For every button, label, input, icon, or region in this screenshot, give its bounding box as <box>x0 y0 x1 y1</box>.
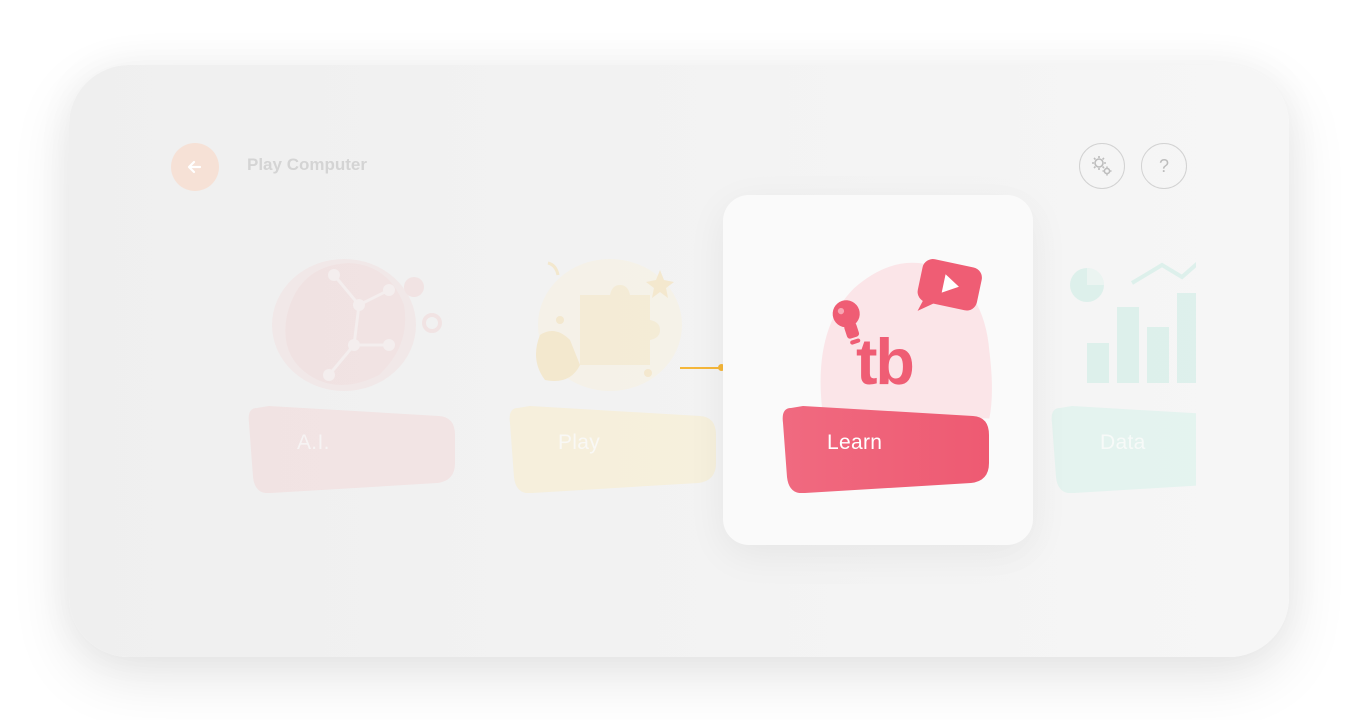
svg-text:tb: tb <box>856 326 913 398</box>
card-play[interactable]: Play <box>500 235 740 525</box>
card-ai[interactable]: A.I. <box>239 235 479 525</box>
card-carousel: A.I. Play Data tb Learn <box>69 65 1196 657</box>
brain-network-icon <box>272 259 442 391</box>
tb-learn-icon: tb <box>820 259 992 419</box>
connector-line <box>680 367 722 369</box>
learn-label: Learn <box>827 431 883 454</box>
ai-label: A.I. <box>297 431 330 454</box>
learn-label-pill <box>782 406 989 493</box>
puzzle-icon <box>536 259 682 391</box>
app-window: Play Computer ? A.I. Play Data tb Learn <box>69 65 1289 657</box>
card-learn-highlight[interactable]: tb Learn <box>723 195 1033 545</box>
card-learn[interactable]: tb Learn <box>781 235 1021 535</box>
bar-chart-icon <box>1070 262 1196 383</box>
ai-label-pill <box>248 406 455 493</box>
play-label: Play <box>558 431 601 454</box>
card-data[interactable]: Data <box>1042 235 1196 525</box>
data-label: Data <box>1100 431 1146 454</box>
play-label-pill <box>509 406 716 493</box>
